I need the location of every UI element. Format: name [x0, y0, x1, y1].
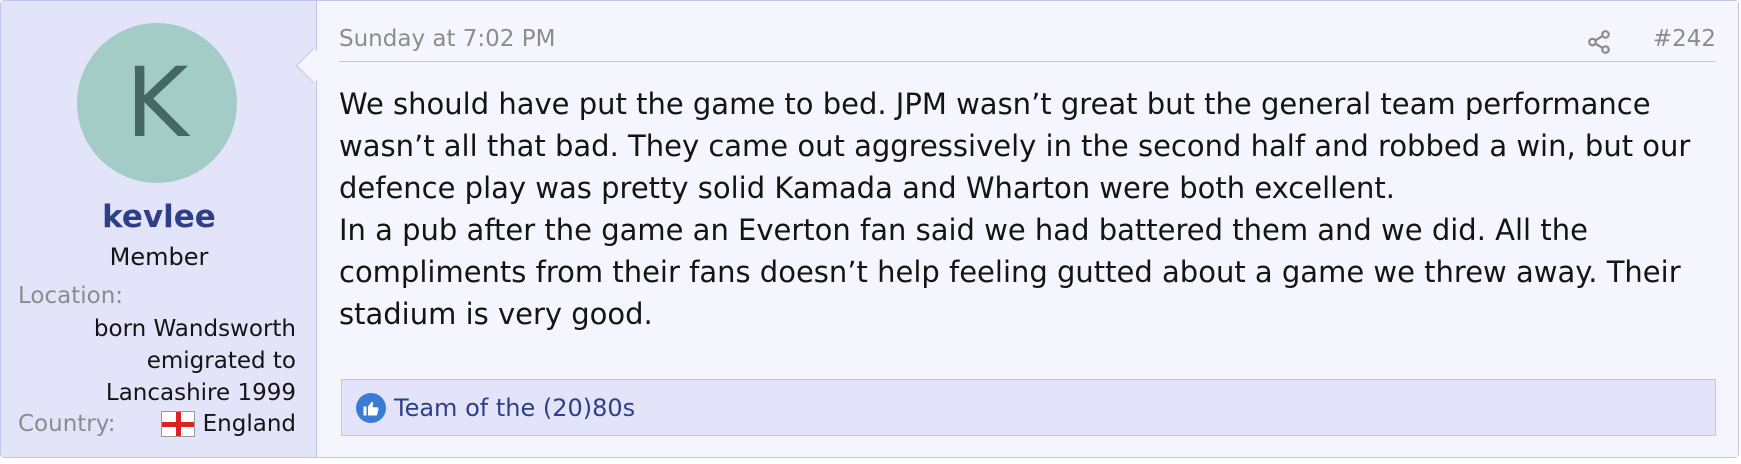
- username-link[interactable]: kevlee: [1, 199, 317, 235]
- share-icon[interactable]: [1586, 29, 1612, 55]
- country-name: England: [202, 411, 296, 437]
- england-flag-icon: [160, 411, 195, 437]
- location-label: Location:: [18, 283, 124, 309]
- location-line: emigrated to: [146, 348, 296, 374]
- post-paragraph: We should have put the game to bed. JPM …: [339, 87, 1691, 205]
- location-value: born Wandsworth emigrated to Lancashire …: [56, 313, 296, 409]
- post-paragraph: In a pub after the game an Everton fan s…: [339, 213, 1681, 331]
- country-value: England: [160, 411, 296, 437]
- post-body: We should have put the game to bed. JPM …: [339, 83, 1718, 335]
- forum-post: K kevlee Member Location: born Wandswort…: [0, 0, 1739, 458]
- location-line: Lancashire 1999: [105, 380, 296, 406]
- avatar[interactable]: K: [77, 23, 237, 183]
- user-title: Member: [109, 243, 209, 271]
- country-label: Country:: [18, 411, 116, 437]
- post-meta: Sunday at 7:02 PM #242: [339, 23, 1716, 62]
- post-main: Sunday at 7:02 PM #242 We should have pu…: [317, 1, 1738, 457]
- post-number-link[interactable]: #242: [1653, 26, 1716, 52]
- user-info-panel: K kevlee Member Location: born Wandswort…: [1, 1, 317, 457]
- reactions-bar: Team of the (20)80s: [341, 379, 1716, 436]
- post-date[interactable]: Sunday at 7:02 PM: [339, 26, 555, 52]
- location-line: born Wandsworth: [93, 316, 296, 342]
- thumbs-up-icon: [356, 392, 386, 423]
- reactions-link[interactable]: Team of the (20)80s: [394, 394, 635, 422]
